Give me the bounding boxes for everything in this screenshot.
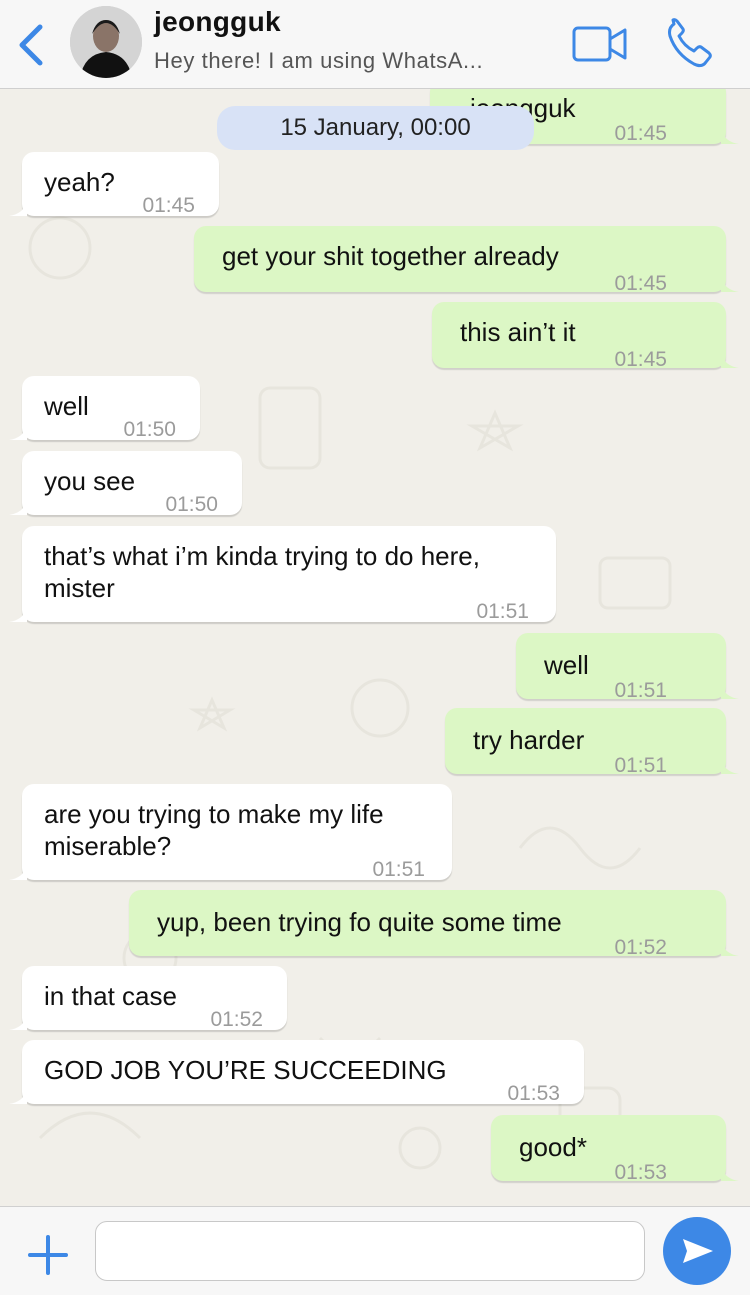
bubble-tail (721, 130, 739, 144)
bubble-tail (9, 202, 27, 216)
message-text: are you trying to make my life (44, 799, 384, 829)
bubble-tail (721, 354, 739, 368)
bubble-tail (9, 866, 27, 880)
message-time: 01:45 (142, 194, 195, 217)
bubble-tail (721, 685, 739, 699)
message-bubble-incoming[interactable]: well 01:50 (9, 376, 200, 441)
message-bubble-outgoing[interactable]: good* 01:53 (491, 1115, 739, 1184)
message-bubble-incoming[interactable]: GOD JOB YOU’RE SUCCEEDING 01:53 (9, 1040, 584, 1105)
message-text: well (44, 391, 89, 421)
message-time: 01:52 (210, 1008, 263, 1031)
avatar-photo (70, 6, 142, 78)
message-bubble-incoming[interactable]: yeah? 01:45 (9, 152, 219, 217)
message-text-line-2: mister (44, 573, 115, 603)
attach-button[interactable] (26, 1233, 70, 1277)
message-text: yeah? (44, 167, 115, 197)
message-text: GOD JOB YOU’RE SUCCEEDING (44, 1055, 447, 1085)
message-bubble-incoming[interactable]: in that case 01:52 (9, 966, 287, 1031)
message-text: that’s what i’m kinda trying to do here, (44, 541, 480, 571)
message-text: yup, been trying fo quite some time (157, 907, 562, 937)
message-time: 01:50 (165, 493, 218, 516)
contact-status: Hey there! I am using WhatsA... (154, 48, 484, 73)
bubble-tail (9, 501, 27, 515)
message-text: well (544, 650, 589, 680)
bubble-tail (721, 1167, 739, 1181)
message-bubble-incoming[interactable]: you see 01:50 (9, 451, 242, 516)
message-text: get your shit together already (222, 241, 559, 271)
message-text: try harder (473, 725, 585, 755)
plus-icon (28, 1235, 68, 1275)
message-time: 01:45 (614, 272, 667, 295)
bubble-tail (721, 942, 739, 956)
message-time: 01:51 (614, 679, 667, 702)
bubble-tail (9, 608, 27, 622)
message-bubble-outgoing[interactable]: well 01:51 (516, 633, 739, 702)
message-time: 01:45 (614, 348, 667, 371)
date-chip: 15 January, 00:00 (217, 106, 534, 150)
message-bubble-outgoing[interactable]: get your shit together already 01:45 (194, 226, 739, 295)
back-button[interactable] (12, 22, 52, 68)
bubble-tail (721, 760, 739, 774)
send-button[interactable] (663, 1217, 731, 1285)
message-text-line-2: miserable? (44, 831, 172, 861)
video-call-button[interactable] (570, 24, 630, 64)
bubble-tail (9, 1016, 27, 1030)
video-camera-icon (572, 26, 627, 62)
message-bubble-incoming[interactable]: that’s what i’m kinda trying to do here,… (9, 526, 556, 623)
phone-icon (668, 18, 712, 68)
bubble-tail (721, 278, 739, 292)
message-bubble-outgoing[interactable]: this ain’t it 01:45 (432, 302, 739, 371)
message-input[interactable] (95, 1221, 645, 1281)
message-time: 01:51 (476, 600, 529, 623)
message-time: 01:53 (507, 1082, 560, 1105)
voice-call-button[interactable] (664, 18, 718, 70)
chat-header: jeongguk Hey there! I am using WhatsA... (0, 0, 750, 89)
message-input-bar (0, 1206, 750, 1295)
bubble-tail (9, 1090, 27, 1104)
message-text: in that case (44, 981, 177, 1011)
message-text: good* (519, 1132, 587, 1162)
chevron-left-icon (19, 24, 43, 66)
message-time: 01:51 (614, 754, 667, 777)
message-time: 01:45 (614, 122, 667, 145)
message-time: 01:51 (372, 858, 425, 881)
message-time: 01:52 (614, 936, 667, 959)
message-text: this ain’t it (460, 317, 576, 347)
message-bubble-incoming[interactable]: are you trying to make my life miserable… (9, 784, 452, 881)
message-time: 01:53 (614, 1161, 667, 1184)
contact-name[interactable]: jeongguk (154, 6, 281, 38)
send-icon (683, 1239, 713, 1263)
bubble-tail (9, 426, 27, 440)
message-bubble-outgoing[interactable]: yup, been trying fo quite some time 01:5… (129, 890, 739, 959)
contact-avatar[interactable] (70, 6, 142, 78)
message-bubble-outgoing[interactable]: try harder 01:51 (445, 708, 739, 777)
message-time: 01:50 (123, 418, 176, 441)
message-text: you see (44, 466, 136, 496)
